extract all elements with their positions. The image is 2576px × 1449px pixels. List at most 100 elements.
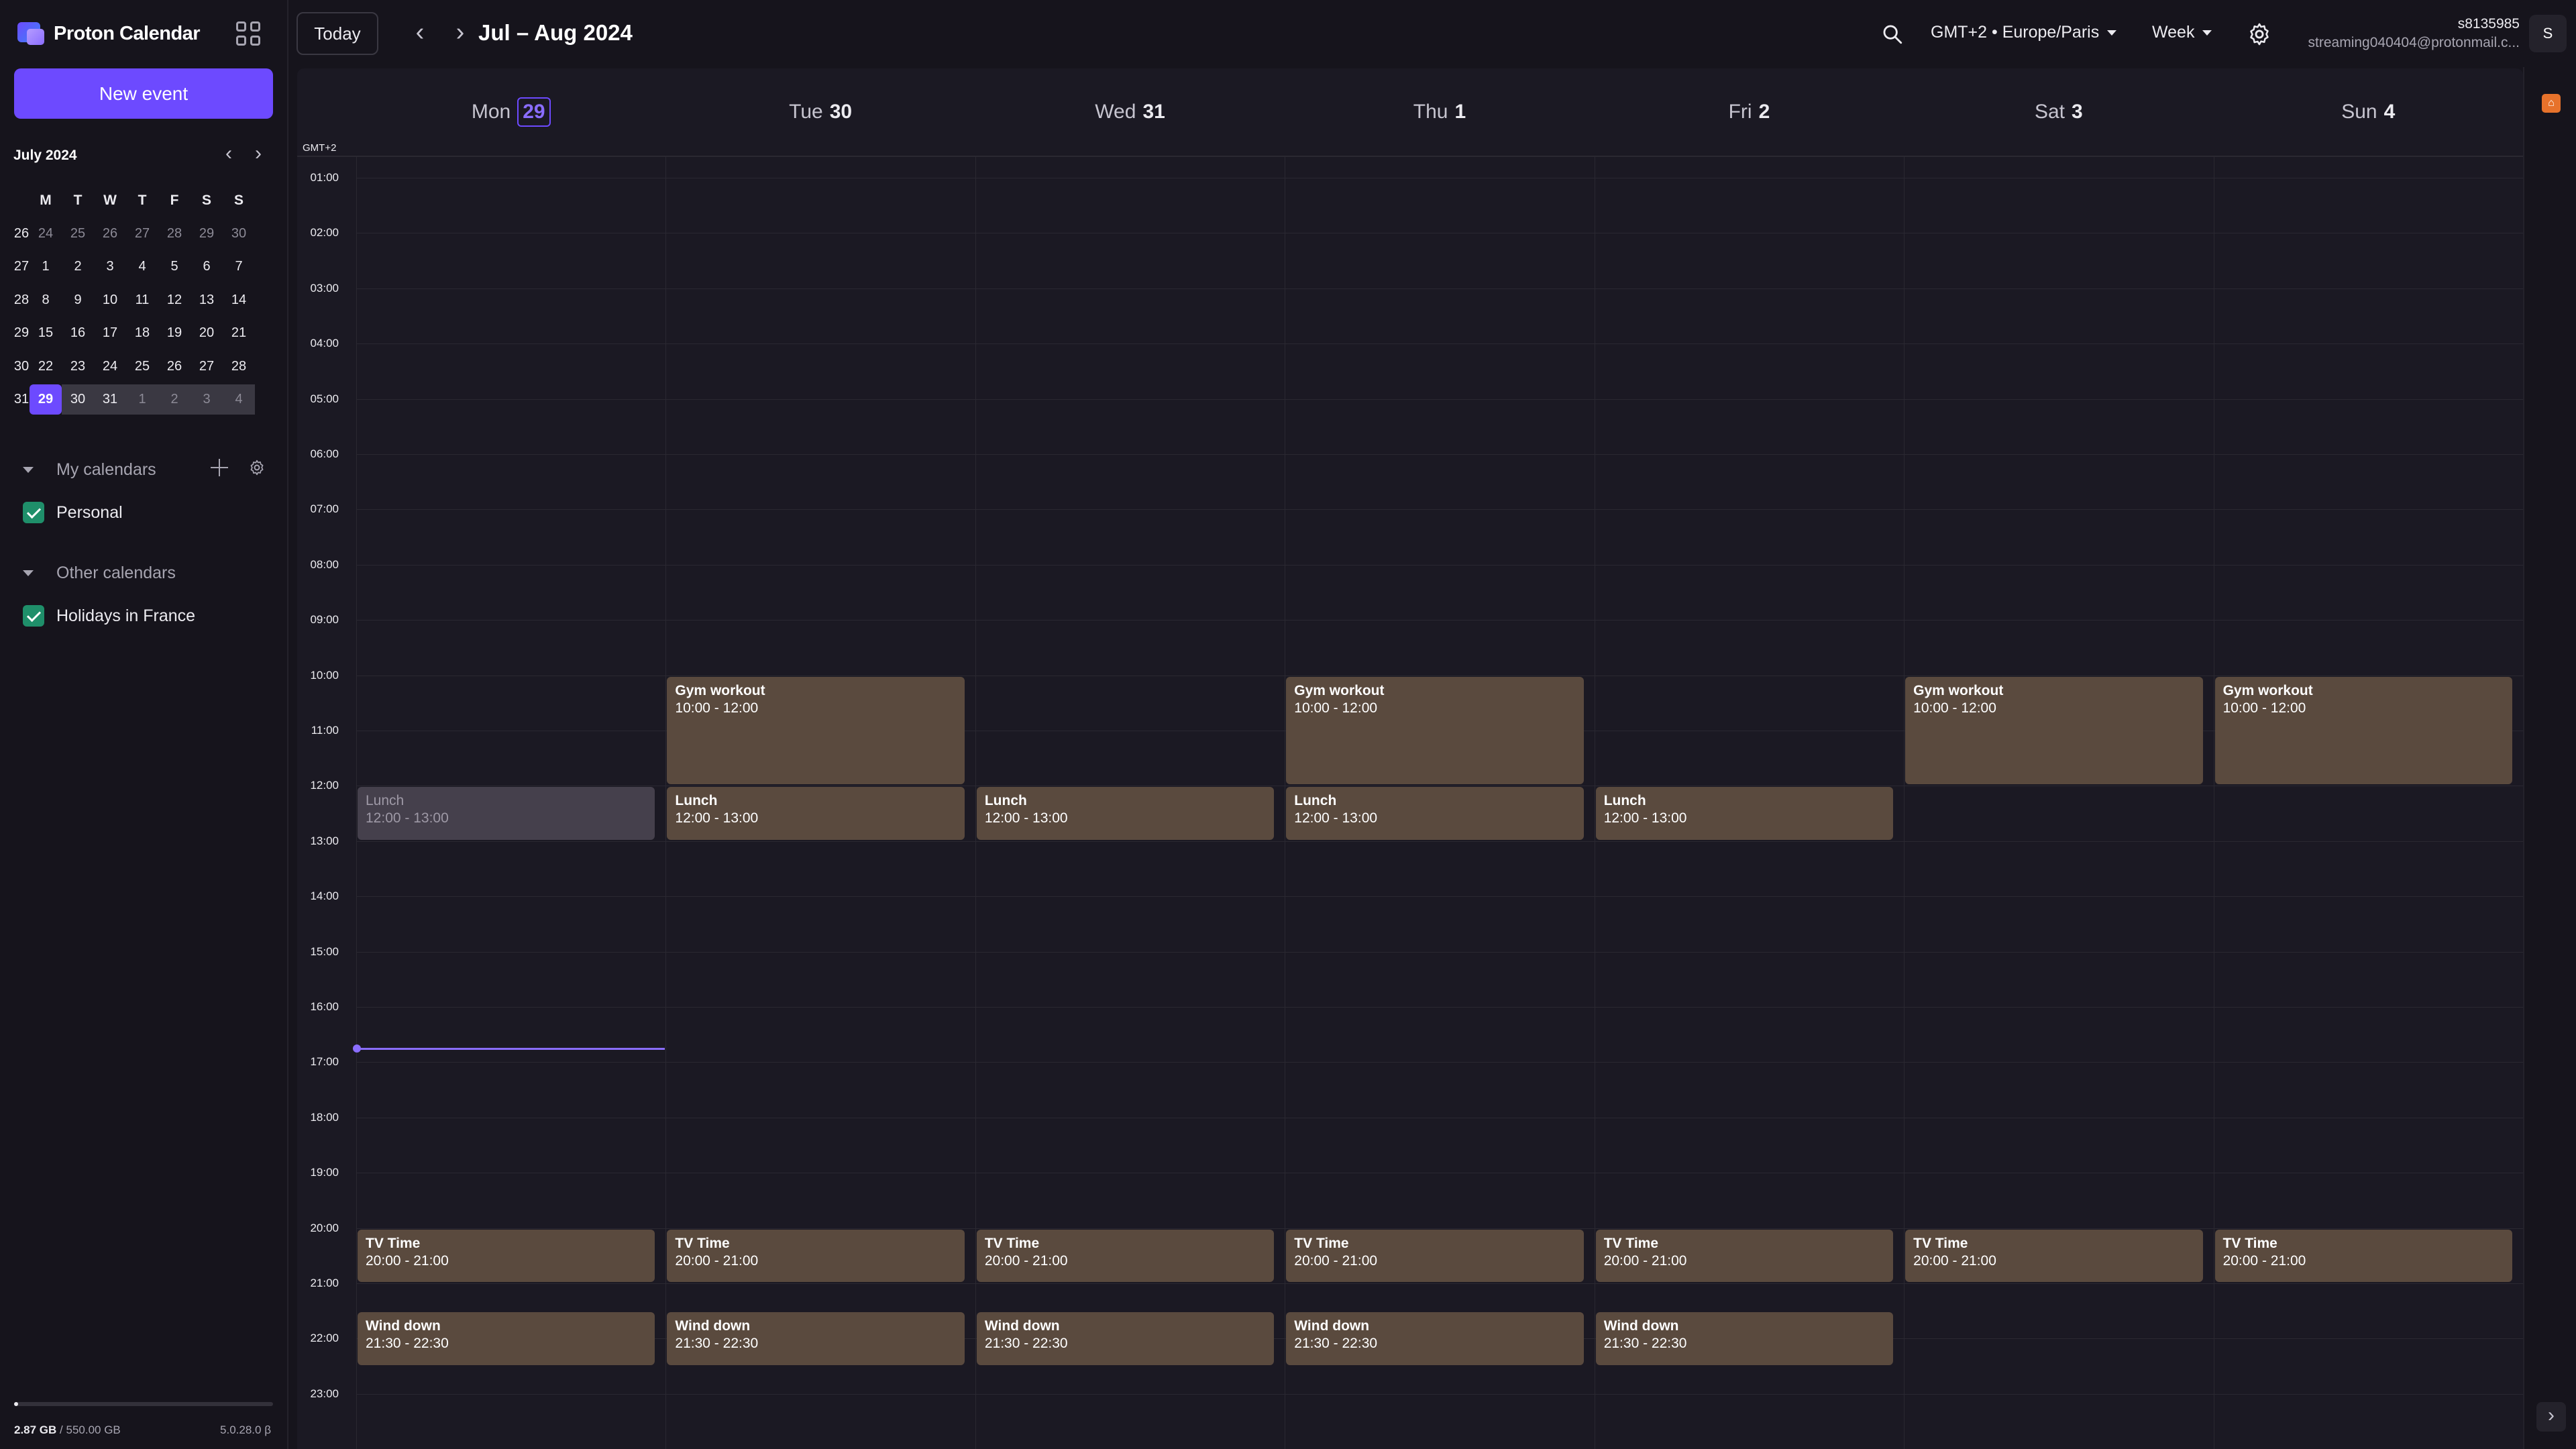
day-name: Mon xyxy=(471,101,511,123)
calendar-event[interactable]: Lunch 12:00 - 13:00 xyxy=(1595,787,1894,840)
mini-calendar-day[interactable]: 1 xyxy=(30,252,62,282)
search-icon[interactable] xyxy=(1881,23,1904,46)
calendar-event[interactable]: TV Time 20:00 - 21:00 xyxy=(667,1229,965,1282)
calendar-event[interactable]: TV Time 20:00 - 21:00 xyxy=(2214,1229,2512,1282)
mini-calendar-day[interactable]: 14 xyxy=(223,285,255,315)
calendar-event[interactable]: Lunch 12:00 - 13:00 xyxy=(1286,787,1584,840)
mini-calendar-day[interactable]: 31 xyxy=(94,384,126,415)
mini-calendar-day[interactable]: 11 xyxy=(126,285,158,315)
calendar-event[interactable]: Gym workout 10:00 - 12:00 xyxy=(1286,676,1584,785)
mini-calendar-day[interactable]: 7 xyxy=(223,252,255,282)
checkbox-checked-icon[interactable] xyxy=(23,605,44,627)
calendar-event[interactable]: Wind down 21:30 - 22:30 xyxy=(358,1312,655,1365)
mini-calendar-day[interactable]: 2 xyxy=(62,252,94,282)
day-header[interactable]: Fri 2 xyxy=(1595,68,1904,156)
mini-calendar-day[interactable]: 27 xyxy=(191,352,223,382)
mini-calendar-day[interactable]: 8 xyxy=(30,285,62,315)
mini-calendar-day[interactable]: 29 xyxy=(191,219,223,249)
avatar[interactable]: S xyxy=(2529,15,2567,52)
calendar-event[interactable]: TV Time 20:00 - 21:00 xyxy=(1286,1229,1584,1282)
calendar-event[interactable]: TV Time 20:00 - 21:00 xyxy=(1905,1229,2203,1282)
calendar-event[interactable]: Gym workout 10:00 - 12:00 xyxy=(2214,676,2512,785)
mini-calendar-day[interactable]: 1 xyxy=(126,384,158,415)
event-title: TV Time xyxy=(1913,1235,1968,1251)
other-calendars-toggle[interactable]: Other calendars xyxy=(23,564,176,583)
mini-calendar-day[interactable]: 26 xyxy=(94,219,126,249)
mini-calendar-day[interactable]: 6 xyxy=(191,252,223,282)
mini-calendar-day[interactable]: 18 xyxy=(126,318,158,348)
mini-calendar-day[interactable]: 13 xyxy=(191,285,223,315)
apps-grid-icon[interactable] xyxy=(236,21,260,46)
user-email[interactable]: streaming040404@protonmail.c... xyxy=(2308,35,2520,51)
mini-calendar-day[interactable]: 4 xyxy=(223,384,255,415)
calendar-event[interactable]: TV Time 20:00 - 21:00 xyxy=(1595,1229,1894,1282)
notification-icon[interactable]: ⌂ xyxy=(2542,94,2561,113)
calendar-event[interactable]: Lunch 12:00 - 13:00 xyxy=(358,787,655,840)
brand[interactable]: Proton Calendar xyxy=(17,20,201,47)
calendar-event[interactable]: Lunch 12:00 - 13:00 xyxy=(667,787,965,840)
mini-calendar-day[interactable]: 12 xyxy=(158,285,191,315)
user-name[interactable]: s8135985 xyxy=(2458,16,2520,32)
mini-calendar-day[interactable]: 5 xyxy=(158,252,191,282)
checkbox-checked-icon[interactable] xyxy=(23,502,44,523)
calendar-event[interactable]: Wind down 21:30 - 22:30 xyxy=(667,1312,965,1365)
my-calendars-toggle[interactable]: My calendars xyxy=(23,460,156,480)
mini-calendar-day[interactable]: 20 xyxy=(191,318,223,348)
day-header[interactable]: Wed 31 xyxy=(975,68,1285,156)
hour-label: 18:00 xyxy=(310,1110,339,1124)
day-header[interactable]: Tue 30 xyxy=(665,68,975,156)
previous-week-icon[interactable]: ‹ xyxy=(407,19,433,48)
mini-calendar-day[interactable]: 23 xyxy=(62,352,94,382)
mini-calendar-day[interactable]: 24 xyxy=(30,219,62,249)
week-calendar-grid[interactable]: GMT+2 Mon 29 Tue 30 Wed 31 Thu 1 Fri 2 Sat 3 Sun 4 01:… xyxy=(297,68,2523,1449)
mini-calendar-day[interactable]: 30 xyxy=(62,384,94,415)
mini-calendar-prev-icon[interactable]: ‹ xyxy=(219,144,239,165)
mini-calendar-day[interactable]: 25 xyxy=(126,352,158,382)
mini-calendar-day[interactable]: 9 xyxy=(62,285,94,315)
calendar-settings-gear-icon[interactable] xyxy=(248,459,266,476)
next-week-icon[interactable]: › xyxy=(447,19,474,48)
calendar-event[interactable]: Wind down 21:30 - 22:30 xyxy=(1286,1312,1584,1365)
add-calendar-icon[interactable] xyxy=(211,459,228,476)
mini-calendar-day[interactable]: 21 xyxy=(223,318,255,348)
mini-calendar-day[interactable]: 27 xyxy=(126,219,158,249)
calendar-event[interactable]: Gym workout 10:00 - 12:00 xyxy=(1905,676,2203,785)
mini-calendar-day[interactable]: 25 xyxy=(62,219,94,249)
day-header[interactable]: Sun 4 xyxy=(2214,68,2523,156)
settings-gear-icon[interactable] xyxy=(2247,21,2272,47)
mini-calendar-day[interactable]: 15 xyxy=(30,318,62,348)
day-header[interactable]: Mon 29 xyxy=(356,68,665,156)
mini-calendar-day[interactable]: 2 xyxy=(158,384,191,415)
mini-calendar-day[interactable]: 3 xyxy=(191,384,223,415)
day-header[interactable]: Sat 3 xyxy=(1904,68,2213,156)
today-button[interactable]: Today xyxy=(297,12,378,55)
mini-calendar-day[interactable]: 30 xyxy=(223,219,255,249)
mini-calendar-day[interactable]: 28 xyxy=(223,352,255,382)
calendar-event[interactable]: Wind down 21:30 - 22:30 xyxy=(976,1312,1275,1365)
calendar-event[interactable]: Gym workout 10:00 - 12:00 xyxy=(667,676,965,785)
calendar-event[interactable]: TV Time 20:00 - 21:00 xyxy=(976,1229,1275,1282)
mini-calendar-day[interactable]: 29 xyxy=(30,384,62,415)
chevron-right-icon[interactable]: › xyxy=(2536,1402,2566,1432)
mini-calendar-day[interactable]: 3 xyxy=(94,252,126,282)
calendar-item-personal[interactable]: Personal xyxy=(23,502,123,523)
timezone-selector[interactable]: GMT+2 • Europe/Paris xyxy=(1931,23,2117,42)
mini-calendar-day[interactable]: 28 xyxy=(158,219,191,249)
mini-calendar-day[interactable]: 10 xyxy=(94,285,126,315)
mini-calendar-day[interactable]: 26 xyxy=(158,352,191,382)
mini-calendar-next-icon[interactable]: › xyxy=(248,144,268,165)
new-event-button[interactable]: New event xyxy=(14,68,273,119)
mini-calendar-day[interactable]: 17 xyxy=(94,318,126,348)
view-selector[interactable]: Week xyxy=(2152,23,2212,42)
day-header[interactable]: Thu 1 xyxy=(1285,68,1594,156)
calendar-event[interactable]: TV Time 20:00 - 21:00 xyxy=(358,1229,655,1282)
calendar-event[interactable]: Wind down 21:30 - 22:30 xyxy=(1595,1312,1894,1365)
mini-calendar-day[interactable]: 4 xyxy=(126,252,158,282)
mini-calendar-day[interactable]: 24 xyxy=(94,352,126,382)
calendar-item-holidays-in-france[interactable]: Holidays in France xyxy=(23,605,195,627)
mini-calendar-day[interactable]: 22 xyxy=(30,352,62,382)
calendar-event[interactable]: Lunch 12:00 - 13:00 xyxy=(976,787,1275,840)
mini-calendar-day[interactable]: 16 xyxy=(62,318,94,348)
mini-calendar-day[interactable]: 19 xyxy=(158,318,191,348)
day-number: 31 xyxy=(1142,101,1165,123)
